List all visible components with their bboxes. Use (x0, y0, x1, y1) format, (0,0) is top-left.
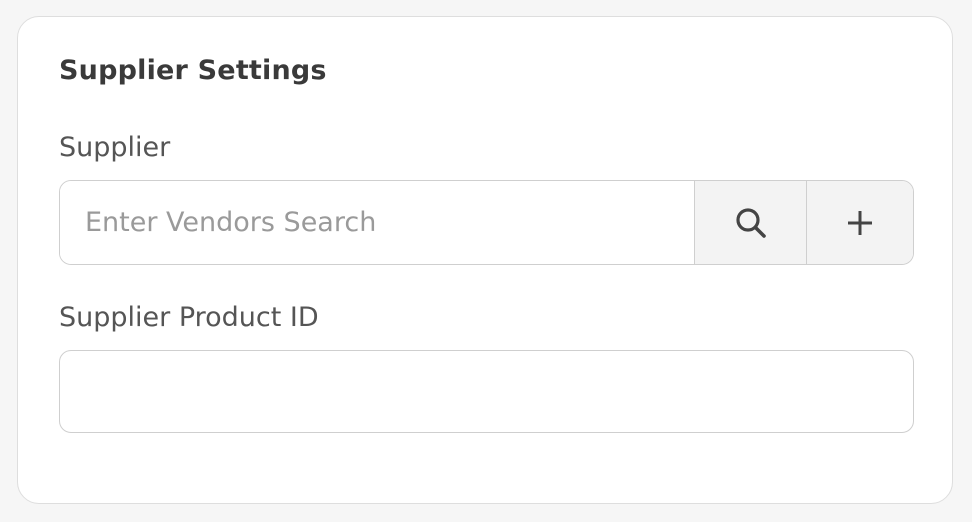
supplier-product-id-label: Supplier Product ID (59, 302, 319, 333)
supplier-label: Supplier (59, 132, 171, 163)
search-icon (734, 206, 768, 240)
card-title: Supplier Settings (59, 55, 327, 86)
supplier-search-input[interactable] (60, 181, 694, 264)
plus-icon (846, 209, 874, 237)
supplier-search-button[interactable] (694, 181, 806, 264)
supplier-product-id-input[interactable] (59, 350, 914, 433)
supplier-settings-card: Supplier Settings Supplier Supplier Prod… (17, 16, 953, 504)
supplier-input-group (59, 180, 914, 265)
add-supplier-button[interactable] (806, 181, 913, 264)
